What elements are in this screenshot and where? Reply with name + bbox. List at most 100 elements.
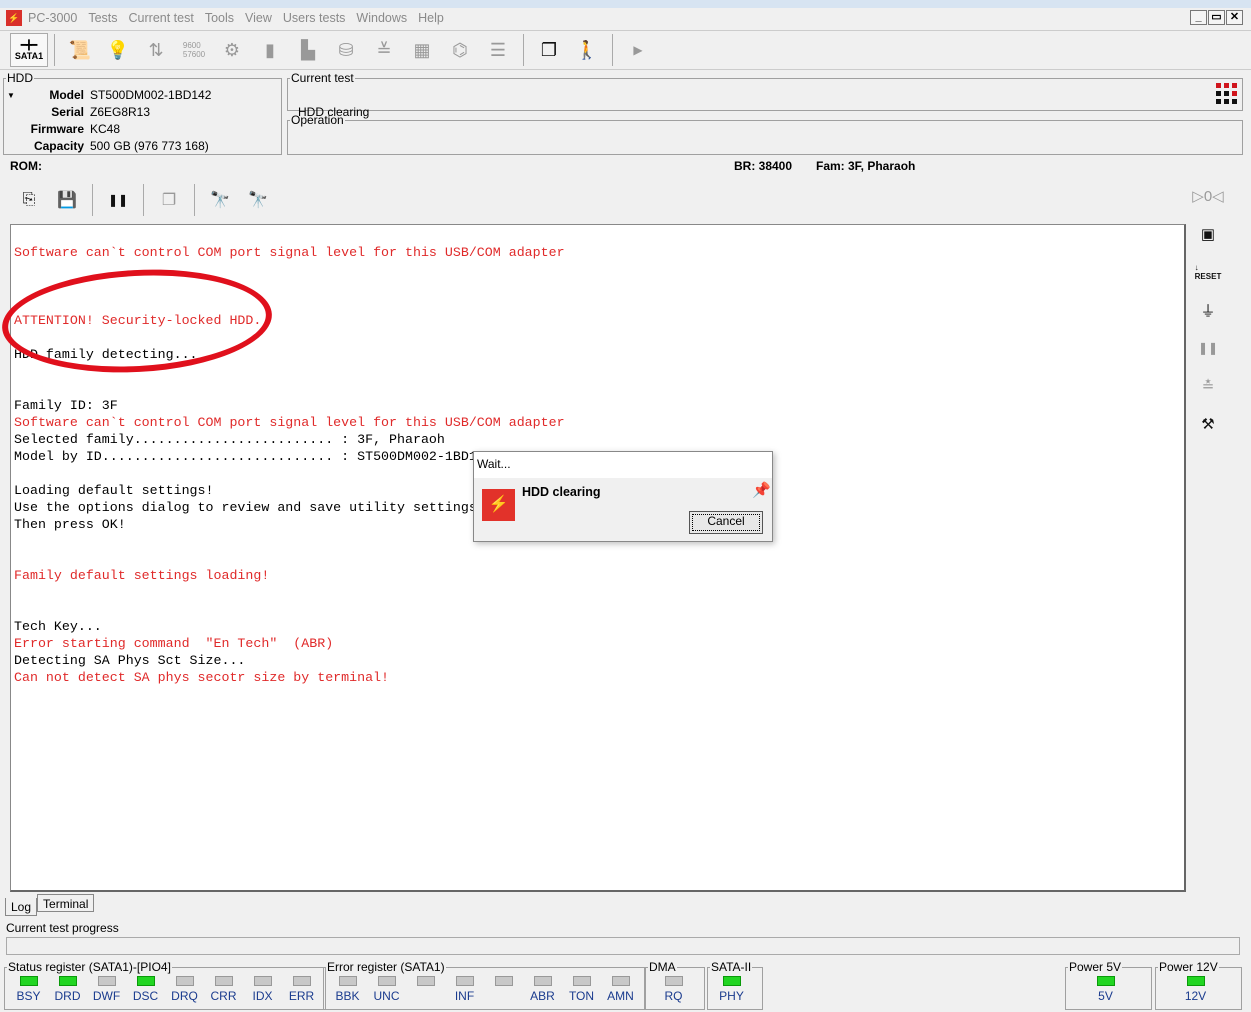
- hdd-serial: Z6EG8R13: [90, 104, 151, 119]
- menu-tests[interactable]: Tests: [88, 11, 117, 25]
- cancel-button[interactable]: Cancel: [689, 511, 763, 534]
- dropdown-arrow-icon[interactable]: ▼: [7, 91, 15, 100]
- led-light: [292, 976, 311, 986]
- port-icon: ━╋━: [20, 39, 38, 50]
- log-line: Detecting SA Phys Sct Size...: [14, 653, 246, 668]
- log-line: Tech Key...: [14, 619, 102, 634]
- menu-bar: ⚡ PC-3000 Tests Current test Tools View …: [0, 8, 1251, 28]
- dialog-title: Wait...: [474, 452, 772, 478]
- binoculars-next-icon[interactable]: 🔭: [242, 184, 274, 216]
- hdd-model-row: Model ST500DM002-1BD142: [4, 86, 281, 103]
- current-test-progress-bar: [6, 937, 1240, 955]
- hdd-capacity: 500 GB (976 773 168): [90, 138, 209, 153]
- log-line: Software can`t control COM port signal l…: [14, 245, 565, 260]
- led-label: DRQ: [171, 989, 198, 1003]
- label: Capacity: [33, 138, 84, 153]
- divider: [523, 34, 524, 66]
- led-indicator: [484, 976, 523, 1003]
- run-platters-icon[interactable]: ≛: [1192, 370, 1224, 402]
- baud-rate-icon[interactable]: 9600 57600: [178, 34, 210, 66]
- progress-label: Current test progress: [6, 921, 119, 935]
- operation-panel: Operation: [287, 113, 1243, 155]
- menu-tools[interactable]: Tools: [205, 11, 234, 25]
- flowchart-icon[interactable]: ⌬: [444, 34, 476, 66]
- interface-icon[interactable]: ▷0◁: [1192, 180, 1224, 212]
- power-switch-icon[interactable]: ⏚: [1192, 294, 1224, 326]
- minimize-button[interactable]: _: [1190, 10, 1207, 25]
- pin-icon[interactable]: 📌: [752, 481, 771, 499]
- divider: [612, 34, 613, 66]
- menu-pc3000[interactable]: PC-3000: [28, 11, 77, 25]
- building-icon[interactable]: ▙: [292, 34, 324, 66]
- board-icon[interactable]: ▣: [1192, 218, 1224, 250]
- info-icon[interactable]: 📜: [64, 34, 96, 66]
- divider: [194, 184, 195, 216]
- platters-icon[interactable]: ≚: [368, 34, 400, 66]
- reset-icon[interactable]: ↓ RESET: [1192, 256, 1224, 288]
- led-light: [1186, 976, 1205, 986]
- copy-icon[interactable]: ❐: [153, 184, 185, 216]
- lightbulb-icon[interactable]: 💡: [102, 34, 134, 66]
- binoculars-icon[interactable]: 🔭: [204, 184, 236, 216]
- tab-terminal[interactable]: Terminal: [37, 894, 95, 912]
- windows-stack-icon[interactable]: ❐: [533, 34, 565, 66]
- pause-icon[interactable]: ❚❚: [1192, 332, 1224, 364]
- led-label: PHY: [719, 989, 744, 1003]
- divider: [54, 34, 55, 66]
- power-5v-panel: Power 5V 5V: [1065, 960, 1152, 1010]
- status-dots-icon: [1216, 83, 1237, 104]
- led-label: AMN: [607, 989, 634, 1003]
- led-indicator: 12V: [1176, 976, 1215, 1003]
- led-indicator: RQ: [654, 976, 693, 1003]
- chevron-right-icon[interactable]: ▶: [622, 34, 654, 66]
- close-button[interactable]: ✕: [1226, 10, 1243, 25]
- hdd-model: ST500DM002-1BD142: [90, 87, 212, 102]
- database-icon[interactable]: ⛁: [330, 34, 362, 66]
- led-indicator: TON: [562, 976, 601, 1003]
- tools-icon[interactable]: ⚒: [1192, 408, 1224, 440]
- right-toolbar: ▷0◁ ▣ ↓ RESET ⏚ ❚❚ ≛ ⚒: [1192, 180, 1232, 446]
- menu-users-tests[interactable]: Users tests: [283, 11, 346, 25]
- led-label: UNC: [373, 989, 400, 1003]
- led-light: [533, 976, 552, 986]
- pause-icon[interactable]: ❚❚: [102, 184, 134, 216]
- main-toolbar: ━╋━ SATA1 📜 💡 ⇅ 9600 57600 ⚙ ▮ ▙ ⛁ ≚ ▦ ⌬ ☰…: [0, 30, 1251, 70]
- title-bar: [0, 0, 1251, 8]
- save-icon[interactable]: 💾: [51, 184, 83, 216]
- exit-icon[interactable]: 🚶: [571, 34, 603, 66]
- menu-current-test[interactable]: Current test: [129, 11, 194, 25]
- led-light: [19, 976, 38, 986]
- led-label: DRD: [54, 989, 81, 1003]
- led-label: TON: [568, 989, 595, 1003]
- rom-label: ROM:: [10, 159, 42, 173]
- hdd-serial-row: Serial Z6EG8R13: [4, 103, 281, 120]
- led-label: BSY: [16, 989, 41, 1003]
- restore-button[interactable]: ▭: [1208, 10, 1225, 25]
- led-indicator: ABR: [523, 976, 562, 1003]
- chip-icon[interactable]: ▮: [254, 34, 286, 66]
- list-icon[interactable]: ☰: [482, 34, 514, 66]
- menu-view[interactable]: View: [245, 11, 272, 25]
- settings-doc-icon[interactable]: ⎘: [13, 184, 45, 216]
- grid-icon[interactable]: ▦: [406, 34, 438, 66]
- pc3000-logo-icon: ⚡: [482, 489, 515, 521]
- tab-log[interactable]: Log: [5, 898, 38, 916]
- led-label: DSC: [132, 989, 159, 1003]
- led-indicator: IDX: [243, 976, 282, 1003]
- wait-dialog: Wait... ⚡ HDD clearing 📌 Cancel: [473, 451, 773, 542]
- sata1-port-button[interactable]: ━╋━ SATA1: [10, 33, 48, 67]
- hdd-capacity-row: Capacity 500 GB (976 773 168): [4, 137, 281, 154]
- menu-help[interactable]: Help: [418, 11, 444, 25]
- log-tabs: Log Terminal: [5, 894, 95, 916]
- led-indicator: AMN: [601, 976, 640, 1003]
- status-register-legend: Status register (SATA1)-[PIO4]: [8, 960, 171, 974]
- led-indicator: BBK: [328, 976, 367, 1003]
- settings-gear-icon[interactable]: ⚙: [216, 34, 248, 66]
- led-indicator: UNC: [367, 976, 406, 1003]
- sata2-panel: SATA-II PHY: [707, 960, 763, 1010]
- menu-windows[interactable]: Windows: [356, 11, 407, 25]
- transfer-icon[interactable]: ⇅: [140, 34, 172, 66]
- log-line: Can not detect SA phys secotr size by te…: [14, 670, 390, 685]
